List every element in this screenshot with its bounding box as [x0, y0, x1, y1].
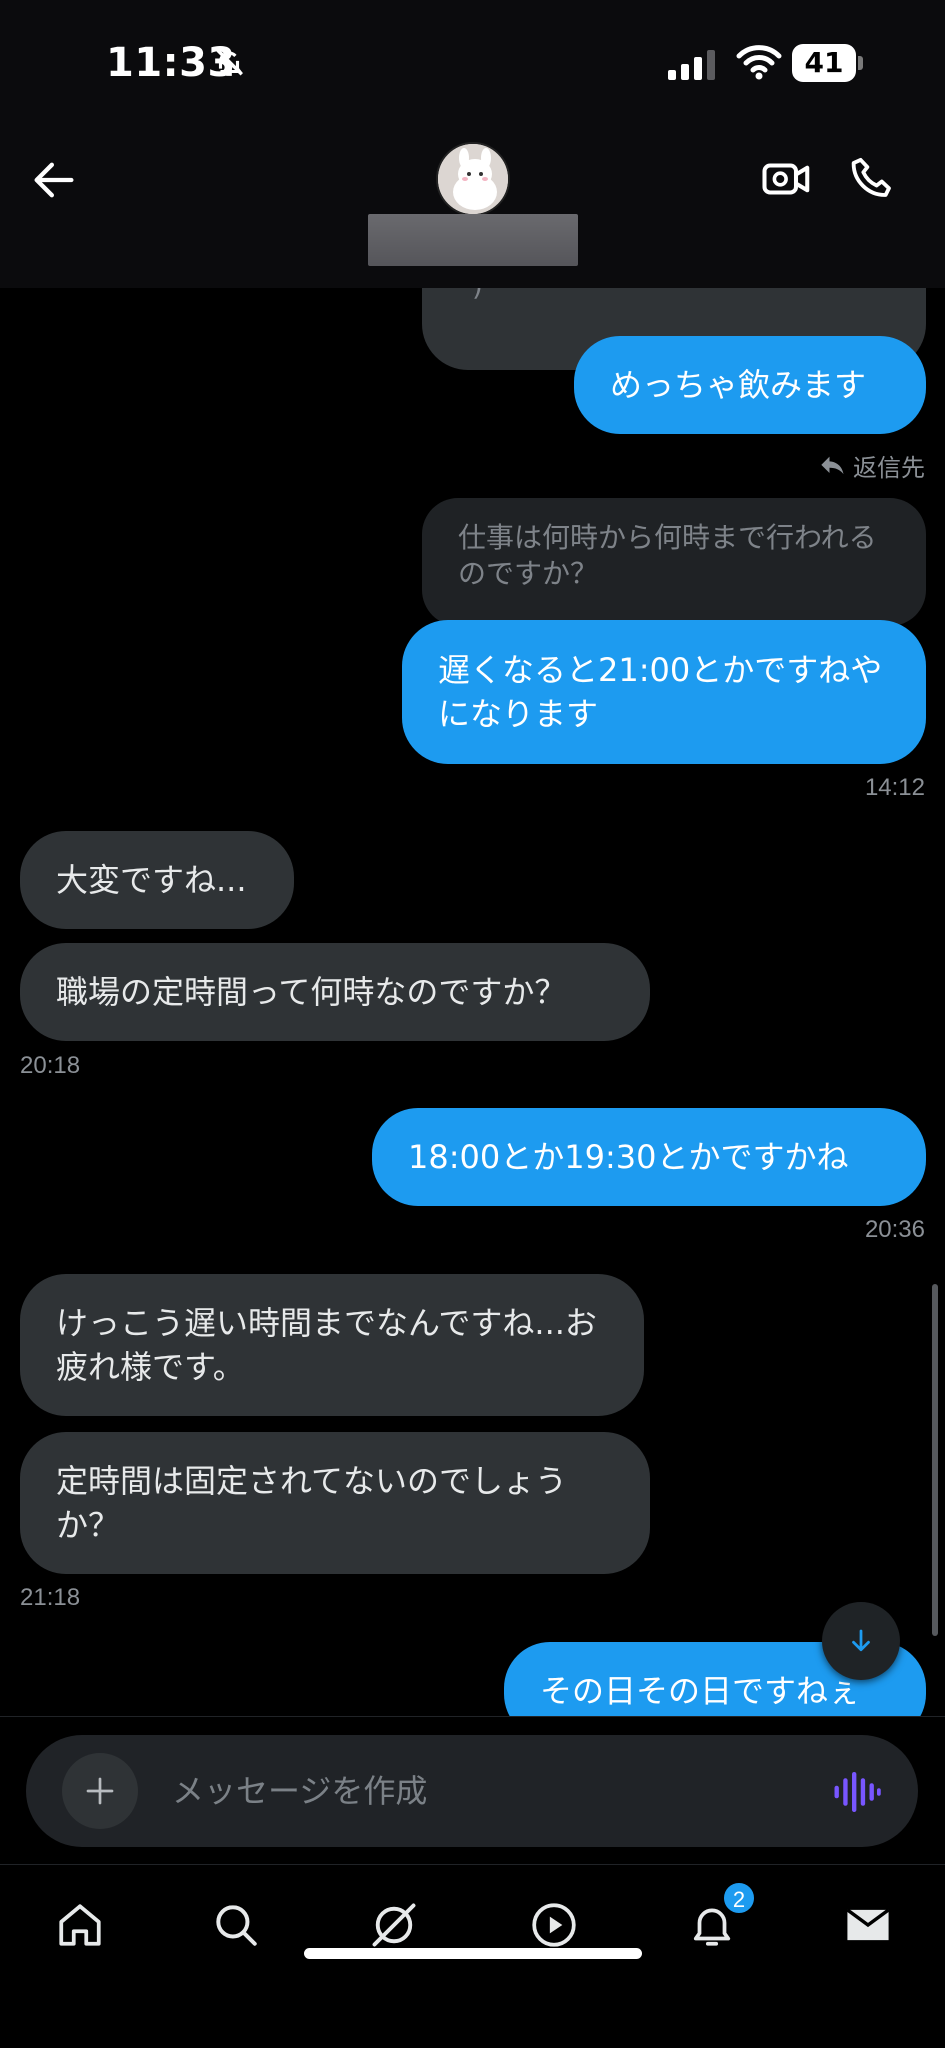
message-text: 遅くなると21:00とかですねやになります	[438, 651, 883, 733]
message-text: その日その日ですねぇ	[540, 1672, 861, 1710]
message-bubble-incoming[interactable]: けっこう遅い時間までなんですね...お疲れ様です。	[20, 1274, 644, 1416]
quoted-message[interactable]: 仕事は何時から何時まで行われるのですか？	[422, 498, 926, 626]
composer-area	[0, 1716, 945, 1864]
message-bubble-outgoing[interactable]: 18:00とか19:30とかですかね	[372, 1108, 926, 1206]
timestamp: 14:12	[864, 774, 925, 801]
video-call-icon[interactable]	[760, 152, 814, 206]
message-text: けっこう遅い時間までなんですね...お疲れ様です。	[56, 1304, 597, 1386]
message-composer	[26, 1735, 918, 1847]
voice-waveform-icon[interactable]	[832, 1767, 882, 1817]
message-text: 職場の定時間って何時なのですか？	[56, 973, 567, 1011]
plus-icon	[86, 1777, 114, 1805]
status-bar: 11:33 41	[0, 0, 945, 130]
scrollbar[interactable]	[932, 1284, 938, 1636]
reply-indicator: 返信先	[819, 448, 925, 483]
wifi-icon	[736, 45, 782, 80]
envelope-icon	[846, 1908, 890, 1941]
chat-header	[0, 130, 945, 288]
nav-grok[interactable]	[364, 1895, 424, 1955]
nav-messages[interactable]	[838, 1895, 898, 1955]
add-attachment-button[interactable]	[62, 1753, 138, 1829]
message-list[interactable]: 熱酒は飲めないんですよね(´･ω･`) めっちゃ飲みます 返信先 仕事は何時から…	[0, 288, 945, 1716]
nav-video[interactable]	[524, 1895, 584, 1955]
scroll-to-bottom-button[interactable]	[822, 1602, 900, 1680]
message-bubble-incoming[interactable]: 定時間は固定されてないのでしょうか？	[20, 1432, 650, 1574]
avatar[interactable]	[436, 142, 510, 216]
signal-icon	[668, 50, 715, 80]
message-bubble-outgoing[interactable]: 遅くなると21:00とかですねやになります	[402, 620, 926, 764]
reply-icon	[821, 456, 844, 474]
nav-home[interactable]	[50, 1895, 110, 1955]
home-icon	[59, 1904, 101, 1946]
message-text: めっちゃ飲みます	[610, 366, 867, 404]
back-arrow-icon[interactable]	[28, 154, 80, 206]
message-text: 熱酒は飲めないんですよね(´･ω･`)	[458, 288, 890, 308]
timestamp: 20:18	[20, 1052, 81, 1079]
message-bubble-incoming[interactable]: 大変ですね...	[20, 831, 294, 929]
message-text: 定時間は固定されてないのでしょうか？	[56, 1462, 568, 1544]
home-indicator[interactable]	[304, 1948, 642, 1959]
battery-level: 41	[804, 46, 844, 79]
play-circle-icon	[532, 1903, 576, 1947]
notification-badge: 2	[722, 1881, 756, 1915]
message-input[interactable]	[172, 1757, 812, 1825]
quoted-message-text: 仕事は何時から何時まで行われるのですか？	[458, 521, 877, 590]
grok-icon	[372, 1903, 416, 1947]
search-icon	[216, 1905, 257, 1946]
reply-label-text: 返信先	[853, 454, 925, 482]
message-bubble-outgoing[interactable]: めっちゃ飲みます	[574, 336, 926, 434]
avatar-character-image	[438, 144, 508, 214]
phone-icon[interactable]	[846, 152, 900, 206]
message-text: 18:00とか19:30とかですかね	[408, 1138, 849, 1176]
nav-search[interactable]	[206, 1895, 266, 1955]
contact-name-blurred[interactable]	[368, 214, 578, 266]
message-text: 大変ですね...	[56, 861, 247, 899]
arrow-down-icon	[852, 1629, 870, 1652]
timestamp: 21:18	[20, 1584, 81, 1611]
message-bubble-incoming[interactable]: 職場の定時間って何時なのですか？	[20, 943, 650, 1041]
timestamp: 20:36	[864, 1216, 925, 1243]
battery-icon: 41	[792, 44, 864, 82]
bell-off-icon	[216, 49, 243, 76]
